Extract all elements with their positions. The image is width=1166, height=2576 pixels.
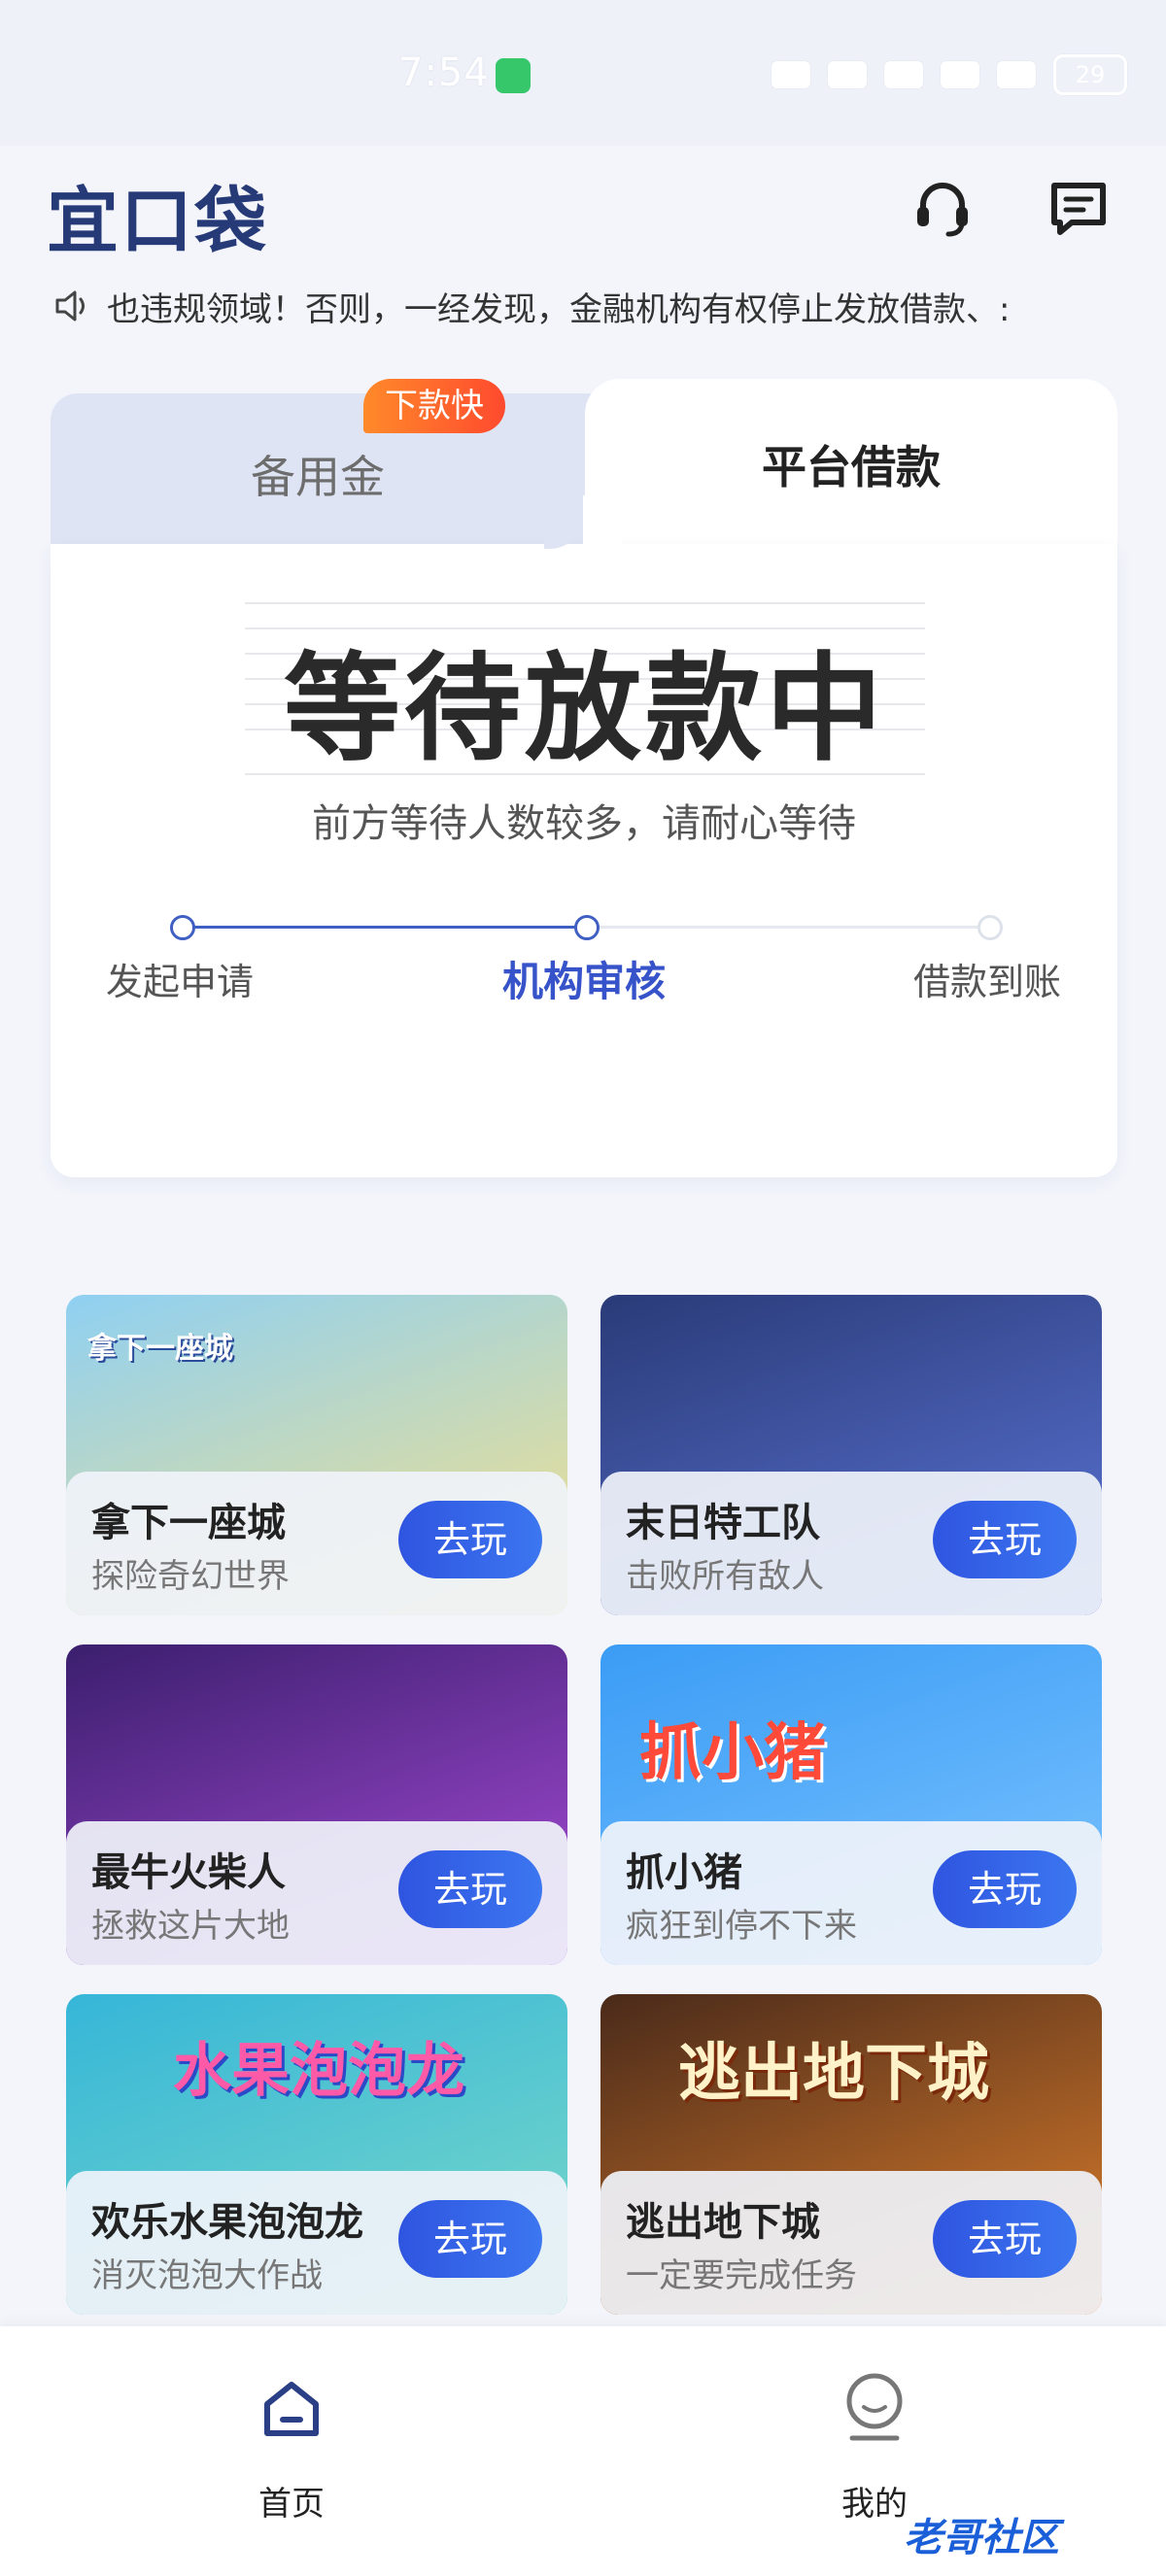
signal-icon xyxy=(941,61,979,88)
game-card[interactable]: 末日特工队 击败所有敌人 去玩 xyxy=(600,1295,1102,1615)
loan-status-subtitle: 前方等待人数较多，请耐心等待 xyxy=(312,801,856,846)
loan-card: 备用金 下款快 平台借款 等待放款中 前方等待人数较多，请耐心等待 发起申请 机… xyxy=(51,379,1117,1177)
game-title: 末日特工队 xyxy=(626,1501,820,1545)
game-title: 欢乐水果泡泡龙 xyxy=(91,2200,363,2245)
message-icon[interactable] xyxy=(1045,175,1113,243)
progress-track-todo xyxy=(584,926,987,929)
game-art-title: 水果泡泡龙 xyxy=(173,2037,464,2105)
app-notification-icon xyxy=(496,58,531,93)
step-label-apply: 发起申请 xyxy=(105,961,254,1003)
game-art-title: 抓小猪 xyxy=(639,1717,826,1789)
nav-home-label: 首页 xyxy=(258,2485,325,2524)
watermark-text: 老哥社区 xyxy=(904,2516,1059,2560)
step-dot-review xyxy=(574,915,600,940)
game-info: 拿下一座城 探险奇幻世界 去玩 xyxy=(66,1472,567,1615)
app-logo: 宜口袋 xyxy=(47,180,268,263)
notice-text: 也违规领域！否则，一经发现，金融机构有权停止发放借款、: xyxy=(107,290,1011,329)
loan-progress-steps: 发起申请 机构审核 借款到账 xyxy=(51,908,1117,1025)
game-title: 最牛火柴人 xyxy=(91,1850,286,1895)
bluetooth-icon xyxy=(828,61,867,88)
play-button[interactable]: 去玩 xyxy=(933,1501,1077,1578)
battery-indicator: 29 xyxy=(1053,54,1127,95)
home-icon xyxy=(257,2375,326,2447)
play-button[interactable]: 去玩 xyxy=(933,1850,1077,1928)
game-art-title: 拿下一座城 xyxy=(87,1332,233,1366)
progress-track-done xyxy=(180,926,584,929)
key-icon xyxy=(772,61,810,88)
status-title-area: 等待放款中 xyxy=(245,602,925,777)
game-info: 末日特工队 击败所有敌人 去玩 xyxy=(600,1472,1102,1615)
nav-home[interactable]: 首页 xyxy=(194,2356,389,2530)
game-info: 抓小猪 疯狂到停不下来 去玩 xyxy=(600,1821,1102,1965)
game-info: 最牛火柴人 拯救这片大地 去玩 xyxy=(66,1821,567,1965)
step-label-review: 机构审核 xyxy=(501,958,666,1005)
tab-platform-loan[interactable]: 平台借款 xyxy=(585,432,1117,496)
headset-icon[interactable] xyxy=(909,175,977,243)
game-subtitle: 拯救这片大地 xyxy=(91,1907,290,1946)
status-bar: 7:54 29 xyxy=(0,0,1166,146)
status-icons: 29 xyxy=(772,54,1127,95)
game-card[interactable]: 最牛火柴人 拯救这片大地 去玩 xyxy=(66,1644,567,1965)
step-dot-apply xyxy=(170,915,195,940)
game-subtitle: 击败所有敌人 xyxy=(626,1557,824,1596)
profile-icon xyxy=(840,2370,909,2448)
nav-mine[interactable]: 我的 xyxy=(777,2356,972,2530)
game-subtitle: 消灭泡泡大作战 xyxy=(91,2256,323,2295)
game-card[interactable]: 拿下一座城 拿下一座城 探险奇幻世界 去玩 xyxy=(66,1295,567,1615)
notice-bar[interactable]: 也违规领域！否则，一经发现，金融机构有权停止发放借款、: xyxy=(0,277,1166,335)
game-subtitle: 疯狂到停不下来 xyxy=(626,1907,857,1946)
fast-loan-badge: 下款快 xyxy=(363,379,505,433)
game-subtitle: 一定要完成任务 xyxy=(626,2256,857,2295)
status-time: 7:54 xyxy=(398,51,490,95)
tab-reserve[interactable]: 备用金 xyxy=(51,442,585,506)
step-label-received: 借款到账 xyxy=(912,961,1061,1003)
game-title: 抓小猪 xyxy=(626,1850,742,1895)
wifi-icon xyxy=(884,61,923,88)
game-subtitle: 探险奇幻世界 xyxy=(91,1557,290,1596)
game-title: 逃出地下城 xyxy=(626,2200,820,2245)
play-button[interactable]: 去玩 xyxy=(933,2200,1077,2278)
game-info: 逃出地下城 一定要完成任务 去玩 xyxy=(600,2171,1102,2315)
play-button[interactable]: 去玩 xyxy=(398,2200,542,2278)
game-info: 欢乐水果泡泡龙 消灭泡泡大作战 去玩 xyxy=(66,2171,567,2315)
game-card[interactable]: 逃出地下城 逃出地下城 一定要完成任务 去玩 xyxy=(600,1994,1102,2315)
game-card[interactable]: 水果泡泡龙 欢乐水果泡泡龙 消灭泡泡大作战 去玩 xyxy=(66,1994,567,2315)
loan-status-title: 等待放款中 xyxy=(284,642,886,777)
game-art-title: 逃出地下城 xyxy=(678,2038,989,2110)
play-button[interactable]: 去玩 xyxy=(398,1850,542,1928)
speaker-icon xyxy=(53,288,92,327)
game-card[interactable]: 抓小猪 抓小猪 疯狂到停不下来 去玩 xyxy=(600,1644,1102,1965)
play-button[interactable]: 去玩 xyxy=(398,1501,542,1578)
signal-icon-2 xyxy=(997,61,1036,88)
game-title: 拿下一座城 xyxy=(91,1501,286,1545)
step-dot-received xyxy=(977,915,1003,940)
app-header: 宜口袋 xyxy=(0,146,1166,263)
